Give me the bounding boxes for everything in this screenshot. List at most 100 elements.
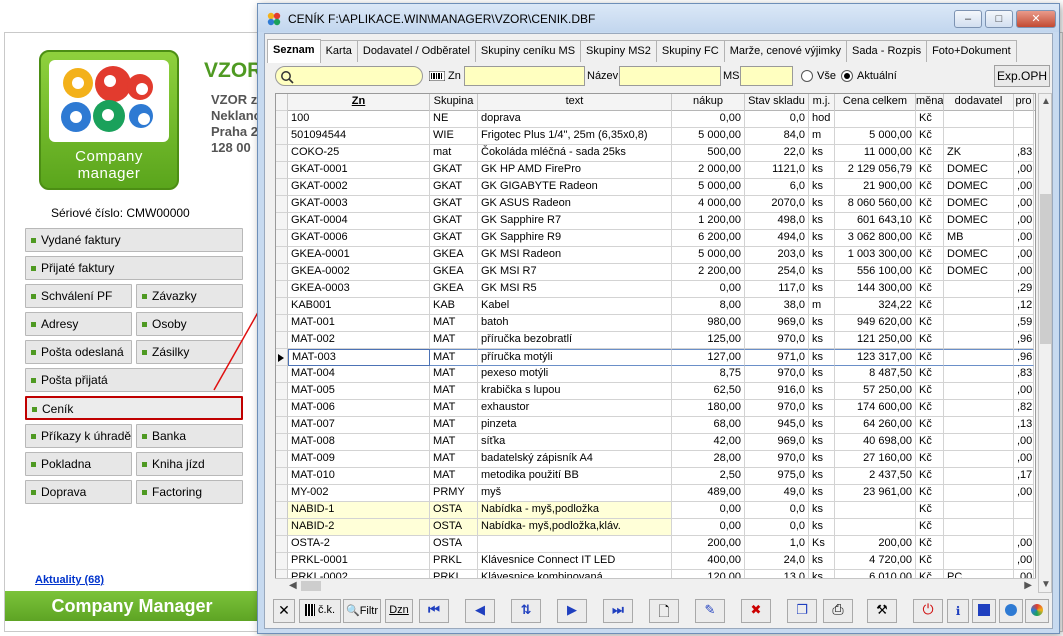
cell-dodavatel[interactable] — [944, 519, 1014, 536]
tools-icon[interactable]: ⚒ — [867, 599, 897, 623]
cell-cena-celkem[interactable]: 64 260,00 — [835, 417, 916, 434]
cell-mena[interactable]: Kč — [916, 179, 944, 196]
cell-mena[interactable]: Kč — [916, 230, 944, 247]
cell-skupina[interactable]: PRKL — [430, 553, 478, 570]
cell-pro[interactable]: ,82 — [1014, 400, 1034, 417]
cell-stav-skladu[interactable]: 494,0 — [745, 230, 809, 247]
cell-nakup[interactable]: 489,00 — [672, 485, 745, 502]
cell-pro[interactable] — [1014, 502, 1034, 519]
cell-skupina[interactable]: MAT — [430, 383, 478, 400]
cell-stav-skladu[interactable]: 975,0 — [745, 468, 809, 485]
cell-cena-celkem[interactable]: 40 698,00 — [835, 434, 916, 451]
table-row[interactable]: MAT-010 MAT metodika použití BB 2,50 975,0 ks… — [276, 468, 1035, 485]
cell-dodavatel[interactable] — [944, 434, 1014, 451]
cell-stav-skladu[interactable]: 2070,0 — [745, 196, 809, 213]
cell-skupina[interactable]: mat — [430, 145, 478, 162]
cell-pro[interactable]: ,29 — [1014, 281, 1034, 298]
ms-input[interactable] — [740, 66, 793, 86]
cell-pro[interactable] — [1014, 519, 1034, 536]
cell-skupina[interactable]: OSTA — [430, 502, 478, 519]
row-selector[interactable] — [276, 451, 288, 468]
cell-pro[interactable]: ,00 — [1014, 179, 1034, 196]
next-record-icon[interactable]: ▶ — [557, 599, 587, 623]
vertical-scrollbar[interactable]: ▲ ▼ — [1038, 93, 1052, 593]
cell-zn[interactable]: GKAT-0006 — [288, 230, 430, 247]
cell-text[interactable]: GK Sapphire R7 — [478, 213, 672, 230]
column-header-skupina[interactable]: Skupina — [430, 94, 478, 111]
row-selector[interactable] — [276, 230, 288, 247]
cell-pro[interactable]: ,00 — [1014, 213, 1034, 230]
cell-skupina[interactable]: KAB — [430, 298, 478, 315]
cell-nakup[interactable]: 68,00 — [672, 417, 745, 434]
column-header-dodavatel[interactable]: dodavatel — [944, 94, 1014, 111]
row-selector[interactable] — [276, 536, 288, 553]
cell-dodavatel[interactable] — [944, 451, 1014, 468]
cell-mena[interactable]: Kč — [916, 128, 944, 145]
cell-dodavatel[interactable] — [944, 111, 1014, 128]
cell-nakup[interactable]: 6 200,00 — [672, 230, 745, 247]
cell-dodavatel[interactable]: DOMEC — [944, 196, 1014, 213]
cell-dodavatel[interactable] — [944, 281, 1014, 298]
column-header-text[interactable]: text — [478, 94, 672, 111]
cell-mena[interactable]: Kč — [916, 468, 944, 485]
cell-zn[interactable]: GKEA-0003 — [288, 281, 430, 298]
cell-skupina[interactable]: GKAT — [430, 162, 478, 179]
table-row[interactable]: 100 NE doprava 0,00 0,0 hod Kč — [276, 111, 1035, 128]
cell-pro[interactable]: ,00 — [1014, 553, 1034, 570]
cell-pro[interactable] — [1014, 128, 1034, 145]
cell-zn[interactable]: KAB001 — [288, 298, 430, 315]
horizontal-scrollbar[interactable]: ◀ ▶ — [275, 578, 1036, 593]
row-selector[interactable] — [276, 196, 288, 213]
cell-cena-celkem[interactable]: 1 003 300,00 — [835, 247, 916, 264]
cell-cena-celkem[interactable]: 8 487,50 — [835, 366, 916, 383]
cell-zn[interactable]: GKAT-0004 — [288, 213, 430, 230]
cell-pro[interactable]: ,96 — [1014, 332, 1034, 349]
cell-mena[interactable]: Kč — [916, 417, 944, 434]
cell-dodavatel[interactable]: ZK — [944, 145, 1014, 162]
close-button[interactable]: ✕ — [1016, 10, 1056, 28]
row-selector[interactable] — [276, 519, 288, 536]
cell-stav-skladu[interactable]: 22,0 — [745, 145, 809, 162]
cell-text[interactable]: pexeso motýli — [478, 366, 672, 383]
cell-cena-celkem[interactable]: 123 317,00 — [835, 349, 916, 366]
power-icon[interactable]: ⏻ — [913, 599, 943, 623]
cell-skupina[interactable]: MAT — [430, 332, 478, 349]
tab-skupiny-ceniku-ms[interactable]: Skupiny ceníku MS — [474, 40, 582, 62]
row-selector[interactable] — [276, 213, 288, 230]
cell-cena-celkem[interactable]: 200,00 — [835, 536, 916, 553]
cell-mena[interactable]: Kč — [916, 502, 944, 519]
tab-foto-dokument[interactable]: Foto+Dokument — [926, 40, 1017, 62]
cell-skupina[interactable]: MAT — [430, 451, 478, 468]
cell-dodavatel[interactable] — [944, 502, 1014, 519]
nav-button-zavazky[interactable]: Závazky — [136, 284, 243, 308]
cell-skupina[interactable]: OSTA — [430, 519, 478, 536]
cell-zn[interactable]: MAT-009 — [288, 451, 430, 468]
cell-mena[interactable]: Kč — [916, 519, 944, 536]
cell-skupina[interactable]: GKEA — [430, 264, 478, 281]
tab-skupiny-ms2[interactable]: Skupiny MS2 — [580, 40, 657, 62]
cell-nakup[interactable]: 5 000,00 — [672, 247, 745, 264]
table-row[interactable]: MAT-006 MAT exhaustor 180,00 970,0 ks 174 600,… — [276, 400, 1035, 417]
cell-text[interactable]: GK MSI Radeon — [478, 247, 672, 264]
cell-stav-skladu[interactable]: 0,0 — [745, 502, 809, 519]
row-selector[interactable] — [276, 281, 288, 298]
cell-mena[interactable]: Kč — [916, 434, 944, 451]
cell-stav-skladu[interactable]: 969,0 — [745, 315, 809, 332]
cell-skupina[interactable]: MAT — [430, 366, 478, 383]
cell-pro[interactable]: ,00 — [1014, 451, 1034, 468]
export-button[interactable]: Exp.OPH — [994, 65, 1050, 87]
cell-mj[interactable]: ks — [809, 213, 835, 230]
tab-dodavatel-odberatel[interactable]: Dodavatel / Odběratel — [356, 40, 476, 62]
cell-cena-celkem[interactable]: 11 000,00 — [835, 145, 916, 162]
column-header-pro[interactable]: pro — [1014, 94, 1034, 111]
row-selector[interactable] — [276, 128, 288, 145]
table-row[interactable]: COKO-25 mat Čokoláda mléčná - sada 25ks 500… — [276, 145, 1035, 162]
table-row[interactable]: NABID-2 OSTA Nabídka- myš,podložka,kláv. 0,… — [276, 519, 1035, 536]
cell-nakup[interactable]: 980,00 — [672, 315, 745, 332]
cell-mena[interactable]: Kč — [916, 298, 944, 315]
cell-text[interactable]: GK MSI R5 — [478, 281, 672, 298]
row-selector[interactable] — [276, 468, 288, 485]
cell-skupina[interactable]: MAT — [430, 468, 478, 485]
cell-mj[interactable]: ks — [809, 553, 835, 570]
row-selector[interactable] — [276, 349, 288, 366]
